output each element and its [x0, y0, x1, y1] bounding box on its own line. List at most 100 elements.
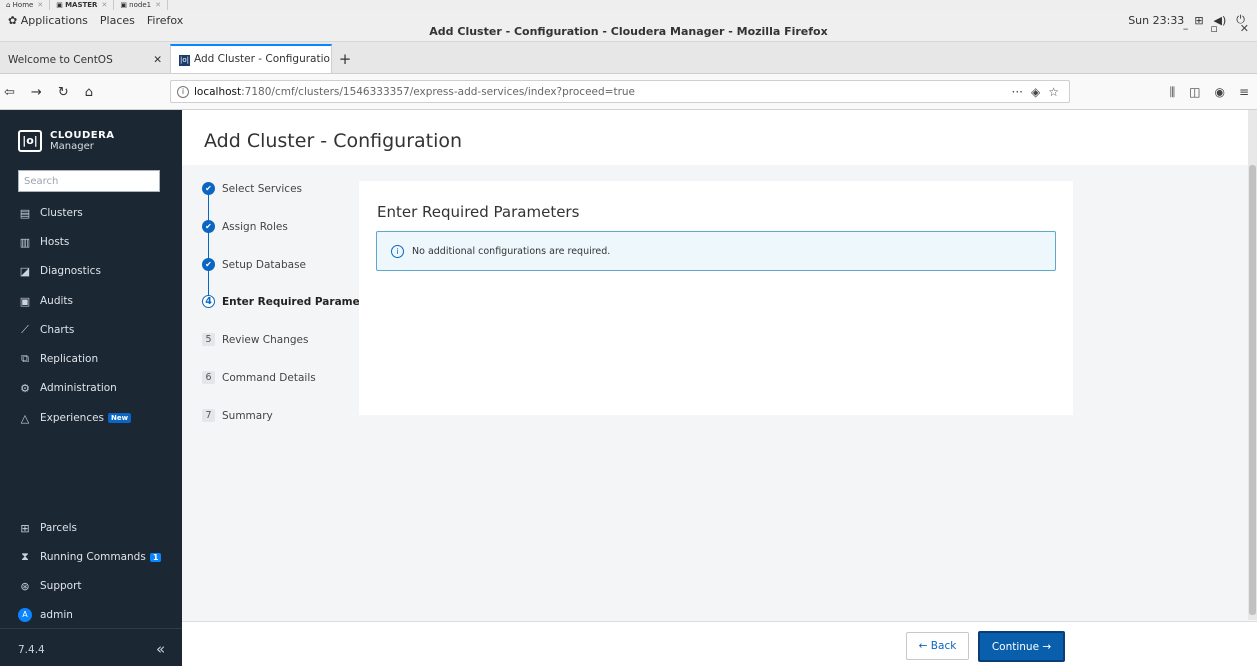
sidebar-item-experiences[interactable]: △ Experiences New — [18, 409, 132, 427]
step-setup-database[interactable]: ✔ Setup Database — [202, 258, 306, 271]
url-host: localhost — [194, 85, 242, 98]
reload-icon[interactable]: ↻ — [58, 85, 69, 100]
new-badge: New — [108, 413, 132, 423]
sidebar-item-charts[interactable]: ⟋ Charts — [18, 321, 74, 339]
continue-button[interactable]: Continue → — [978, 631, 1065, 662]
browser-nav-bar: ⇦ → ↻ ⌂ i localhost :7180/cmf/clusters/1… — [0, 74, 1257, 110]
vm-tab-home[interactable]: ⌂ Home ✕ — [0, 0, 51, 10]
diagnostics-icon: ◪ — [19, 264, 31, 278]
close-icon[interactable]: ✕ — [153, 54, 162, 66]
bookmark-star-icon[interactable]: ☆ — [1048, 85, 1059, 99]
vm-tab-node1[interactable]: ▣ node1 ✕ — [114, 0, 168, 10]
sidebar-item-label: Replication — [40, 353, 99, 365]
home-icon[interactable]: ⌂ — [85, 85, 93, 100]
brand-logo[interactable]: |o| CLOUDERA Manager — [18, 130, 115, 152]
search-input[interactable] — [18, 170, 160, 192]
step-enter-required-parameters[interactable]: 4 Enter Required Parameters — [202, 295, 383, 308]
sidebar-item-clusters[interactable]: ▤ Clusters — [18, 204, 83, 222]
url-actions: ··· ◈ ☆ — [1012, 85, 1059, 99]
sidebar-item-label: Parcels — [40, 522, 78, 534]
step-number: 5 — [202, 333, 215, 346]
sidebar-divider — [0, 628, 182, 629]
step-label: Review Changes — [222, 333, 309, 346]
step-assign-roles[interactable]: ✔ Assign Roles — [202, 220, 288, 233]
count-badge: 1 — [149, 552, 162, 562]
pocket-icon[interactable]: ◈ — [1031, 85, 1040, 99]
minimize-icon[interactable]: – — [1183, 22, 1189, 35]
sidebar-item-label: Charts — [40, 324, 75, 336]
sidebar-item-running-commands[interactable]: ⧗ Running Commands 1 — [18, 548, 162, 566]
browser-tab-strip: Welcome to CentOS ✕ |o| Add Cluster - Con… — [0, 42, 1257, 74]
forward-arrow-icon[interactable]: → — [31, 85, 42, 100]
alert-text: No additional configurations are require… — [412, 245, 611, 257]
sidebar-item-hosts[interactable]: ▥ Hosts — [18, 233, 70, 251]
scrollbar[interactable] — [1248, 110, 1257, 620]
sidebar-item-label: Running Commands — [40, 551, 146, 563]
hamburger-menu-icon[interactable]: ≡ — [1239, 85, 1249, 99]
brand-name: CLOUDERA — [50, 130, 115, 141]
sidebar-item-label: Experiences — [40, 412, 105, 424]
step-select-services[interactable]: ✔ Select Services — [202, 182, 302, 195]
back-button[interactable]: ← Back — [906, 632, 969, 660]
cloudera-favicon-icon: |o| — [179, 55, 190, 66]
vm-tab-master[interactable]: ▣ MASTER ✕ — [50, 0, 115, 10]
sidebar-item-administration[interactable]: ⚙ Administration — [18, 379, 117, 397]
sidebar-item-admin-user[interactable]: Aadmin — [18, 606, 73, 624]
close-icon[interactable]: ✕ — [101, 1, 107, 9]
avatar: A — [18, 608, 32, 622]
close-icon[interactable]: ✕ — [1240, 22, 1249, 35]
vm-icon: ▣ — [56, 1, 66, 9]
sidebar-item-label: Clusters — [40, 207, 83, 219]
vm-tab-label: node1 — [129, 1, 152, 9]
info-icon[interactable]: i — [177, 85, 189, 98]
vm-tab-strip: ⌂ Home ✕ ▣ MASTER ✕ ▣ node1 ✕ — [0, 0, 1257, 10]
brand-product: Manager — [50, 141, 94, 152]
step-label: Select Services — [222, 182, 303, 195]
step-label: Assign Roles — [222, 220, 288, 233]
clusters-icon: ▤ — [19, 206, 31, 220]
gnome-menu: ✿ Applications Places Firefox — [8, 10, 183, 30]
sidebar-item-audits[interactable]: ▣ Audits — [18, 292, 73, 310]
back-arrow-icon[interactable]: ⇦ — [4, 85, 15, 100]
tab-welcome-centos[interactable]: Welcome to CentOS ✕ — [0, 46, 170, 73]
places-menu[interactable]: Places — [100, 14, 135, 27]
cloudera-logo-icon: |o| — [18, 130, 42, 152]
step-label: Command Details — [222, 371, 316, 384]
maximize-icon[interactable]: ▫ — [1210, 22, 1217, 35]
applications-menu[interactable]: ✿ Applications — [8, 14, 88, 27]
sidebar-item-replication[interactable]: ⧉ Replication — [18, 350, 98, 368]
tab-label: Welcome to CentOS — [8, 53, 113, 66]
url-bar[interactable]: i localhost :7180/cmf/clusters/154633335… — [170, 80, 1070, 103]
scrollbar-thumb[interactable] — [1249, 165, 1256, 615]
step-summary: 7 Summary — [202, 409, 273, 422]
library-icon[interactable]: ⫼ — [1170, 85, 1176, 100]
step-label: Summary — [222, 409, 273, 422]
extension-icon[interactable]: ◉ — [1214, 85, 1224, 99]
collapse-sidebar-icon[interactable]: « — [156, 640, 165, 658]
panel-heading: Enter Required Parameters — [377, 203, 580, 221]
wizard-footer: ← Back Continue → — [182, 621, 1257, 666]
sidebar-item-label: Diagnostics — [40, 265, 101, 277]
new-tab-icon[interactable]: + — [332, 46, 358, 73]
page-header: Add Cluster - Configuration — [182, 110, 1248, 165]
sidebar-item-support[interactable]: ⊛ Support — [18, 577, 82, 595]
clock[interactable]: Sun 23:33 — [1128, 14, 1184, 27]
sidebar-item-parcels[interactable]: ⊞ Parcels — [18, 519, 77, 537]
gnome-top-bar: Add Cluster - Configuration - Cloudera M… — [0, 10, 1257, 42]
info-alert: i No additional configurations are requi… — [376, 231, 1056, 271]
more-icon[interactable]: ··· — [1012, 85, 1023, 99]
tab-add-cluster[interactable]: |o|Add Cluster - Configuratio ✕ — [170, 44, 332, 73]
step-review-changes: 5 Review Changes — [202, 333, 308, 346]
sidebar-item-diagnostics[interactable]: ◪ Diagnostics — [18, 262, 101, 280]
sidebar-item-label: Administration — [40, 382, 117, 394]
close-icon[interactable]: ✕ — [37, 1, 43, 9]
sidebar-icon[interactable]: ◫ — [1189, 85, 1200, 99]
page-title: Add Cluster - Configuration — [204, 130, 463, 152]
sidebar-item-label: Support — [40, 580, 82, 592]
info-icon: i — [391, 244, 404, 258]
close-icon[interactable]: ✕ — [155, 1, 161, 9]
hosts-icon: ▥ — [19, 235, 31, 249]
parcels-icon: ⊞ — [20, 521, 30, 535]
firefox-menu[interactable]: Firefox — [147, 14, 183, 27]
check-icon: ✔ — [202, 182, 215, 195]
